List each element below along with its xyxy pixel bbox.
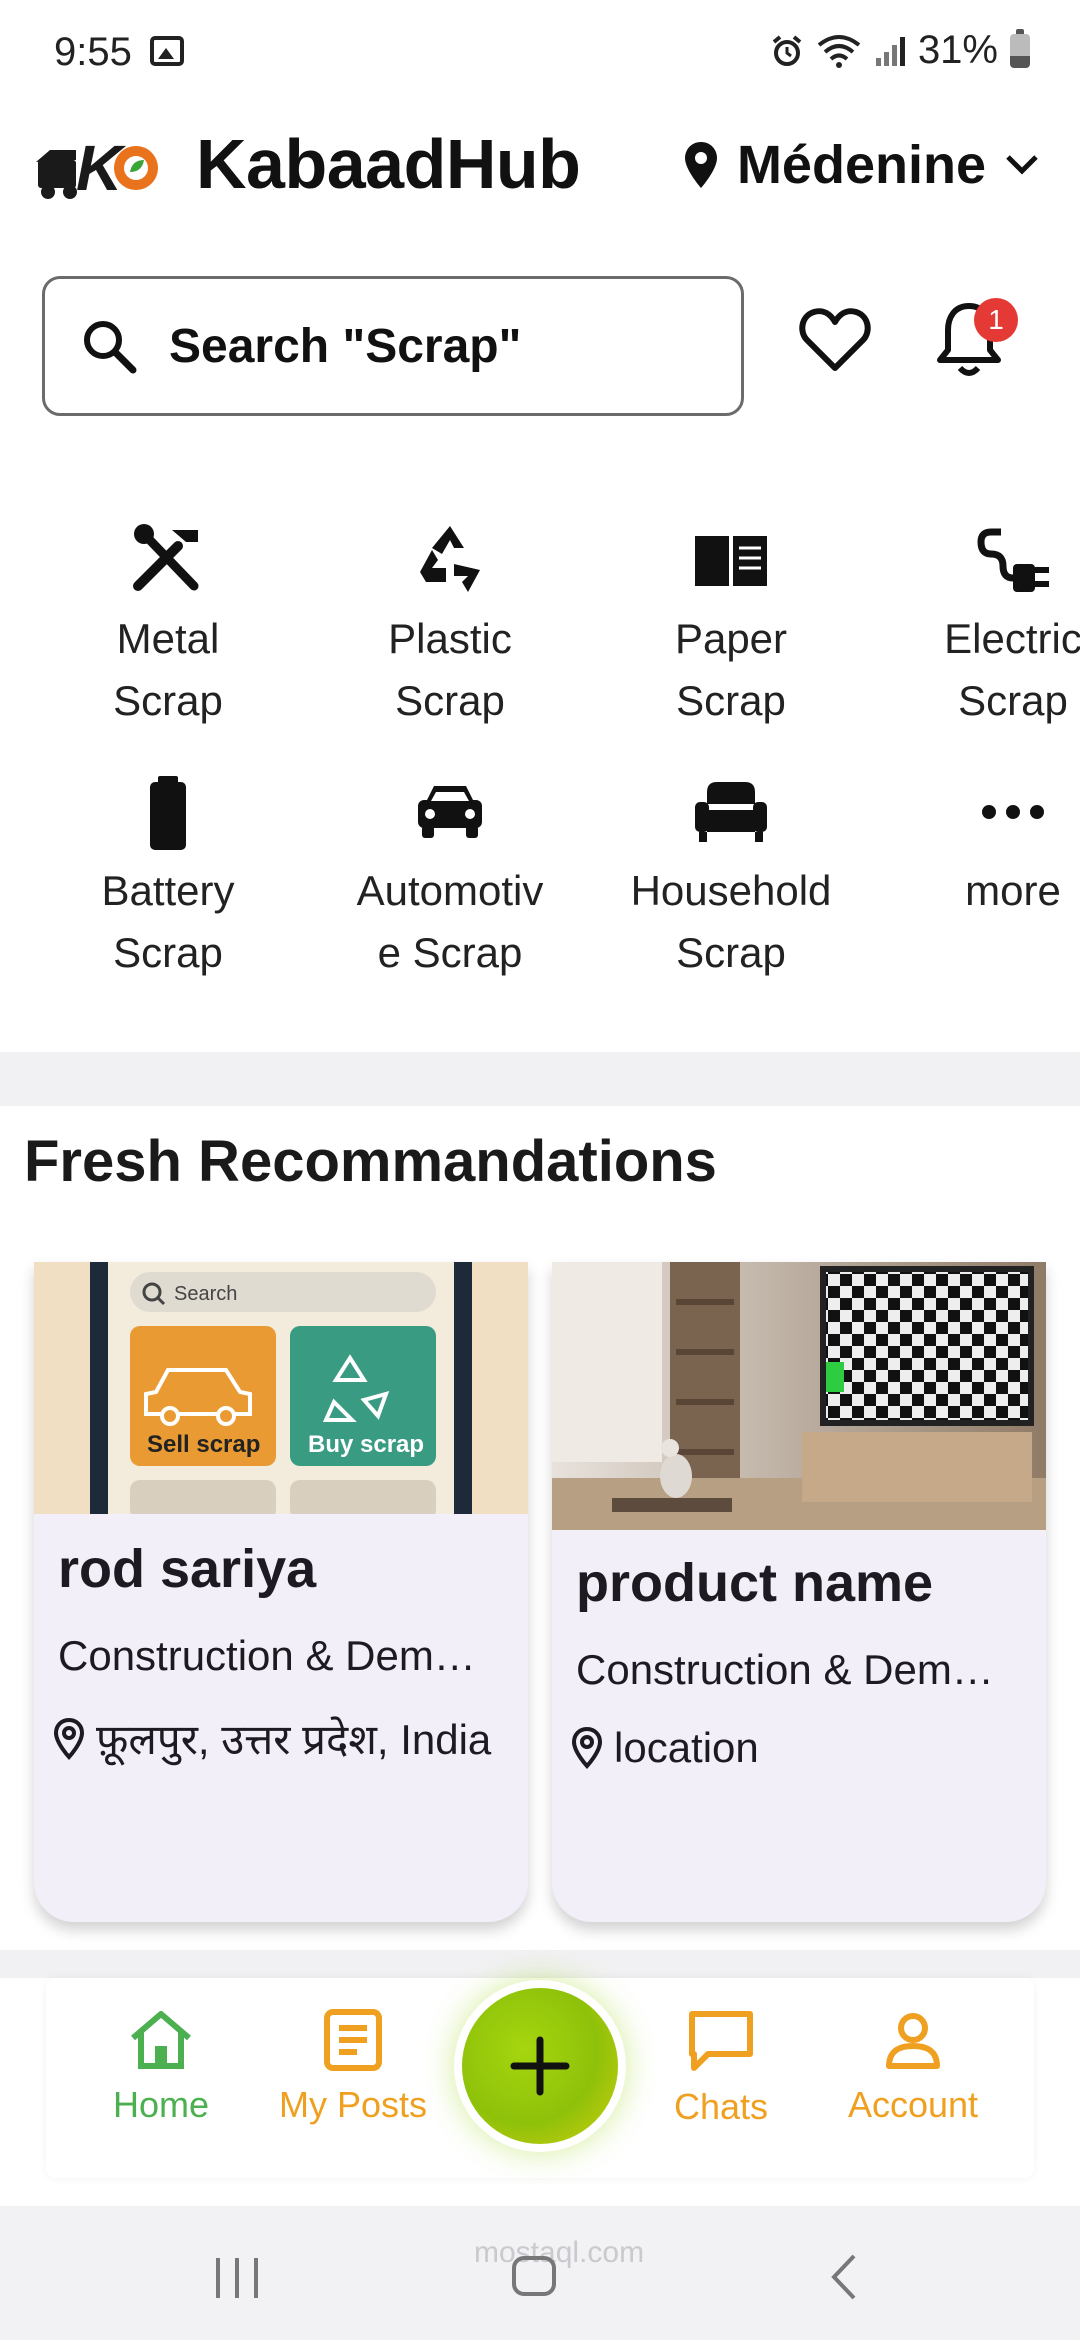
search-placeholder: Search "Scrap" (169, 319, 522, 373)
signal-icon (875, 36, 905, 66)
book-icon (695, 536, 767, 586)
back-icon[interactable] (828, 2252, 858, 2302)
car-icon (418, 786, 482, 838)
category-label: Battery Scrap (101, 867, 235, 976)
category-grid: Metal Scrap Plastic Scrap Paper Scrap El… (0, 500, 1080, 980)
category-more[interactable]: more (888, 772, 1080, 922)
category-metal-scrap[interactable]: Metal Scrap (43, 520, 293, 732)
mockup-buy-scrap-label: Buy scrap (308, 1431, 424, 1458)
bottom-divider (0, 1950, 1080, 1978)
category-paper-scrap[interactable]: Paper Scrap (606, 520, 856, 732)
nav-account-label: Account (847, 2084, 979, 2125)
notifications-button[interactable]: 1 (934, 298, 1018, 386)
gallery-notification-icon (150, 36, 184, 66)
product-image-app-mockup: Search Sell scrap Buy scrap (34, 1262, 528, 1514)
recent-apps-icon[interactable] (214, 2256, 260, 2300)
sofa-icon (695, 782, 767, 842)
recycle-icon (420, 526, 480, 592)
status-right: 31% (770, 28, 1030, 73)
category-label: Metal Scrap (113, 615, 223, 724)
tools-icon (133, 524, 199, 591)
category-label: Household Scrap (630, 867, 832, 976)
posts-icon (324, 2009, 382, 2071)
location-pin-icon (53, 1717, 85, 1760)
category-household-scrap[interactable]: Household Scrap (606, 772, 856, 980)
map-pin-icon (684, 142, 717, 188)
wifi-icon (817, 34, 861, 68)
product-image-tv-room (552, 1262, 1046, 1530)
product-location: फ़ूलपुर, उत्तर प्रदेश, India (52, 1710, 491, 1767)
battery-icon (150, 776, 186, 850)
category-label: Automotiv e Scrap (356, 867, 544, 976)
product-name: rod sariya (58, 1539, 317, 1599)
category-plastic-scrap[interactable]: Plastic Scrap (325, 520, 575, 732)
plus-icon (510, 2036, 570, 2096)
notification-badge: 1 (974, 298, 1018, 342)
nav-chats[interactable]: Chats (626, 2008, 816, 2128)
nav-account[interactable]: Account (818, 2008, 1008, 2126)
account-icon (886, 2013, 940, 2069)
location-label: Médenine (736, 135, 986, 195)
kabaadhub-logo-icon: K (36, 132, 158, 204)
battery-percent: 31% (917, 28, 998, 72)
product-location-text: location (614, 1724, 759, 1771)
home-icon (131, 2011, 191, 2069)
section-title: Fresh Recommandations (24, 1129, 717, 1194)
section-divider (0, 1052, 1080, 1106)
search-icon (84, 321, 137, 374)
category-label: Plastic Scrap (388, 615, 512, 724)
alarm-icon (772, 34, 802, 66)
chat-icon (689, 2011, 753, 2071)
plug-icon (977, 528, 1049, 592)
status-time: 9:55 (54, 30, 132, 74)
category-label: Electric Scrap (944, 615, 1080, 724)
app-header: K KabaadHub Médenine (0, 104, 1080, 264)
mockup-search-label: Search (174, 1283, 237, 1305)
category-electric-scrap[interactable]: Electric Scrap (888, 520, 1080, 732)
category-label: Paper Scrap (674, 615, 788, 724)
more-icon (982, 805, 1044, 819)
watermark: mostaql.com (474, 2236, 645, 2269)
mockup-sell-scrap-label: Sell scrap (147, 1431, 260, 1458)
category-automotive-scrap[interactable]: Automotiv e Scrap (325, 772, 575, 980)
product-location-text: फ़ूलपुर, उत्तर प्रदेश, India (96, 1716, 492, 1763)
nav-home-label: Home (112, 2084, 210, 2125)
nav-my-posts-label: My Posts (278, 2084, 428, 2125)
category-battery-scrap[interactable]: Battery Scrap (43, 772, 293, 980)
add-post-button[interactable] (462, 1988, 618, 2144)
location-pin-icon (571, 1726, 603, 1769)
nav-my-posts[interactable]: My Posts (258, 2008, 448, 2126)
home-system-button[interactable] (512, 2256, 556, 2296)
app-title: KabaadHub (196, 125, 581, 203)
product-name: product name (576, 1553, 934, 1613)
location-selector[interactable]: Médenine (683, 134, 1040, 196)
status-bar: 9:55 31% (0, 0, 1080, 104)
chevron-down-icon (1006, 155, 1038, 175)
product-category: Construction & Dem… (576, 1646, 994, 1693)
product-card-rod-sariya[interactable]: Search Sell scrap Buy scrap rod sariya C… (34, 1262, 528, 1922)
nav-chats-label: Chats (673, 2086, 769, 2127)
nav-home[interactable]: Home (66, 2008, 256, 2126)
favorites-heart-icon[interactable] (798, 306, 872, 374)
product-card-product-name[interactable]: product name Construction & Dem… locatio… (552, 1262, 1046, 1922)
system-navigation-bar: mostaql.com (0, 2206, 1080, 2340)
battery-icon (1010, 28, 1030, 68)
category-label: more (965, 867, 1061, 914)
search-input[interactable]: Search "Scrap" (42, 276, 744, 416)
product-category: Construction & Dem… (58, 1632, 476, 1679)
product-location: location (570, 1724, 759, 1772)
